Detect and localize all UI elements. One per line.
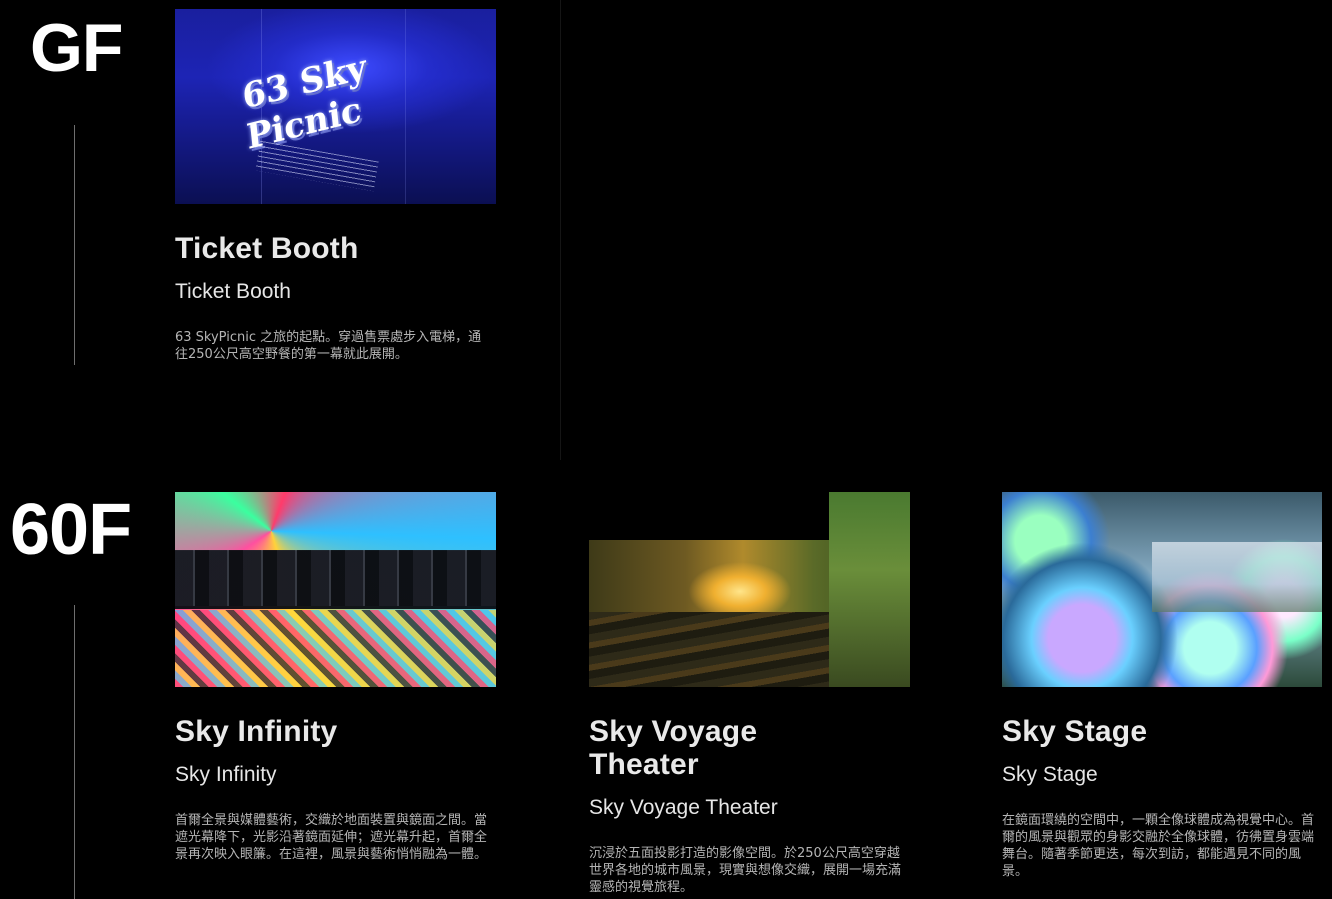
card-subtitle: Sky Stage [1002,763,1098,786]
card-description: 63 SkyPicnic 之旅的起點。穿過售票處步入電梯，通往250公尺高空野餐… [175,330,482,362]
sky-voyage-theater-image[interactable] [589,492,910,687]
sky-stage-image[interactable] [1002,492,1322,687]
attraction-card-sky-stage[interactable]: Sky Stage Sky Stage 在鏡面環繞的空間中，一顆全像球體成為視覺… [1002,492,1332,880]
card-title[interactable]: Ticket Booth [175,232,505,265]
card-subtitle: Sky Voyage Theater [589,796,778,819]
card-title[interactable]: Sky Voyage Theater [589,715,829,781]
card-title[interactable]: Sky Infinity [175,715,505,748]
floor-label-gf: GF [30,10,123,86]
column-divider [560,0,561,460]
image-floor-reflection [175,610,496,687]
card-subtitle: Sky Infinity [175,763,277,786]
image-sign-caption [255,140,379,192]
card-subtitle: Ticket Booth [175,280,291,303]
floor-divider-line [74,605,75,899]
card-description: 沉浸於五面投影打造的影像空間。於250公尺高空穿越世界各地的城市風景，現實與想像… [589,846,902,895]
card-description: 首爾全景與媒體藝術，交織於地面裝置與鏡面之間。當遮光幕降下，光影沿著鏡面延伸；遮… [175,813,488,862]
floor-divider-line [74,125,75,365]
sky-infinity-image[interactable] [175,492,496,687]
image-projection-wall [829,492,910,687]
ticket-booth-image[interactable]: 63 Sky Picnic [175,9,496,204]
attraction-card-sky-infinity[interactable]: Sky Infinity Sky Infinity 首爾全景與媒體藝術，交織於地… [175,492,505,863]
attraction-card-sky-voyage-theater[interactable]: Sky Voyage Theater Sky Voyage Theater 沉浸… [589,492,919,896]
image-window-pillars [175,550,496,606]
image-sign-text: 63 Sky Picnic [240,46,369,159]
floor-label-60f: 60F [10,490,132,570]
card-description: 在鏡面環繞的空間中，一顆全像球體成為視覺中心。首爾的風景與觀眾的身影交融於全像球… [1002,813,1315,879]
card-title[interactable]: Sky Stage [1002,715,1332,748]
image-window-view [1152,542,1322,612]
attraction-card-ticket-booth[interactable]: 63 Sky Picnic Ticket Booth Ticket Booth … [175,9,505,363]
